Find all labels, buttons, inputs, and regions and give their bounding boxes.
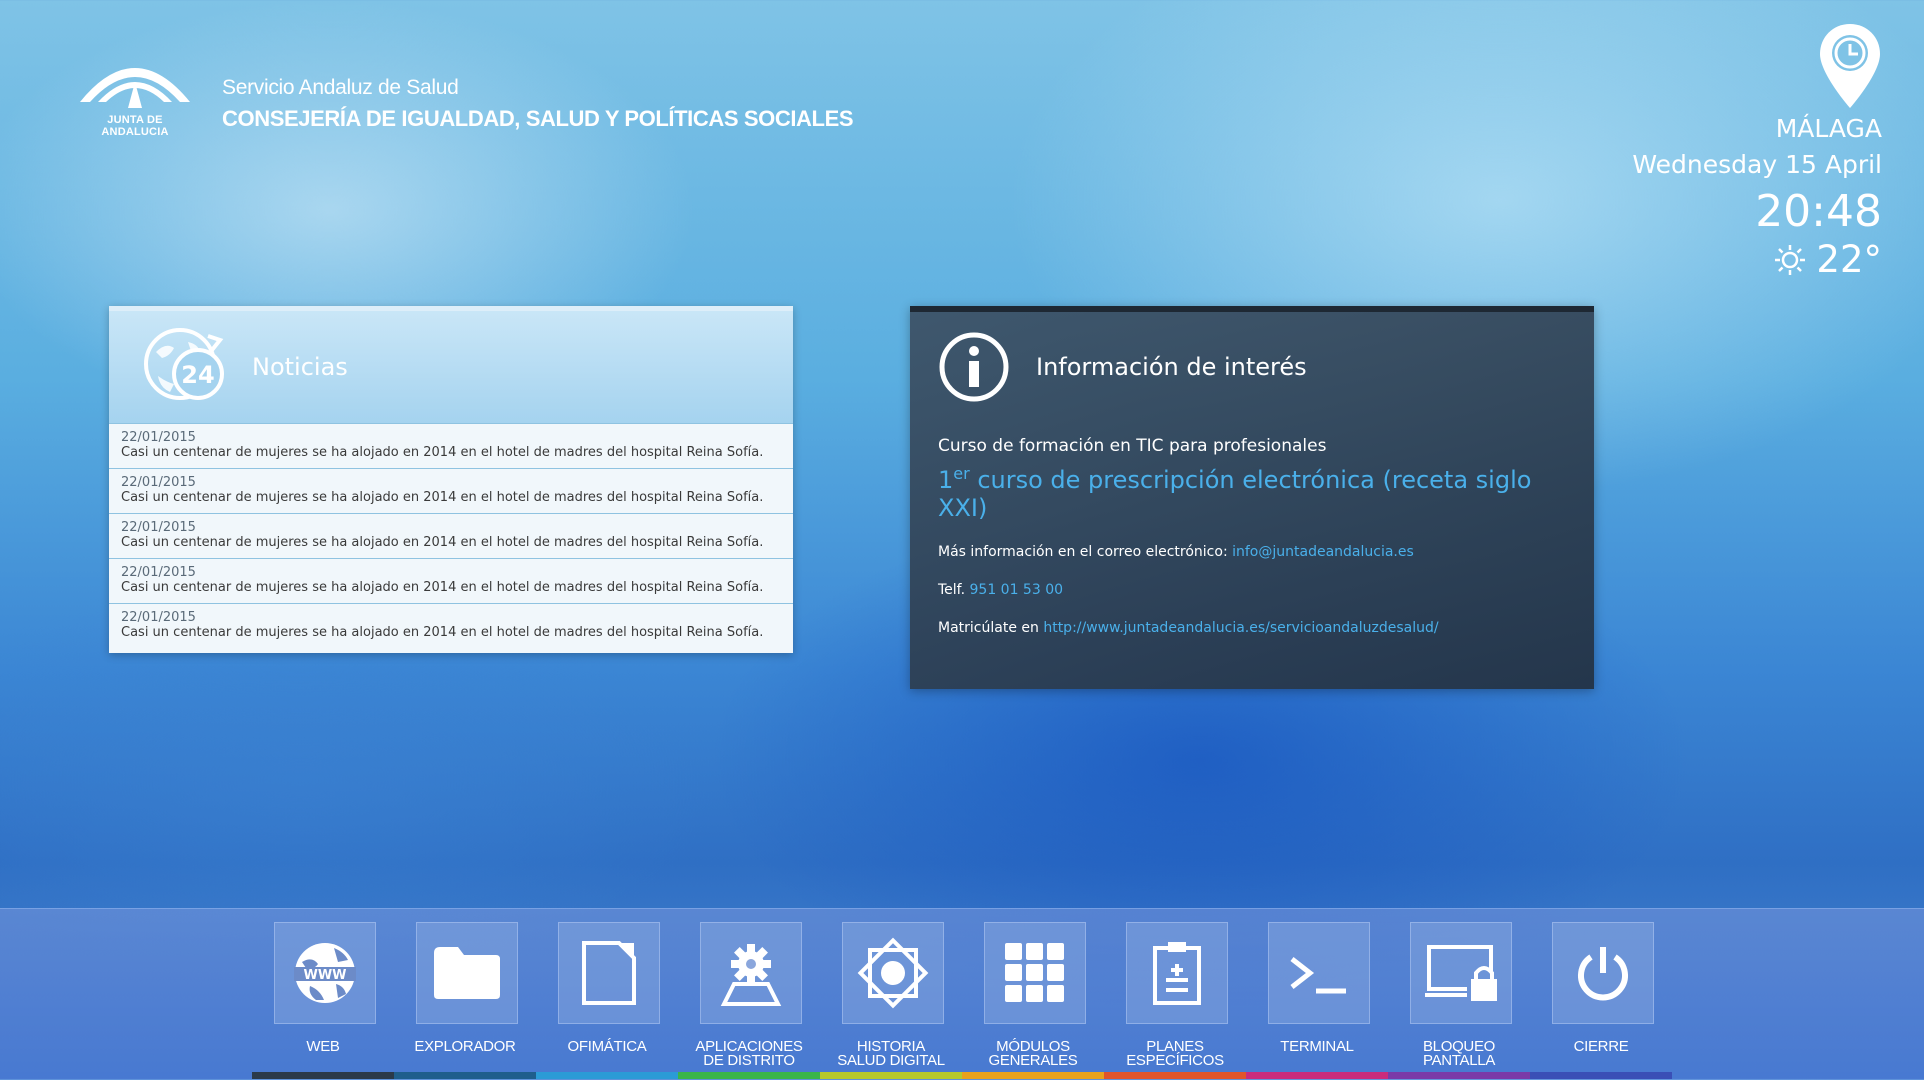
grid-icon xyxy=(984,922,1086,1024)
info-panel: Información de interés Curso de formació… xyxy=(910,306,1594,689)
app-label: TERMINAL xyxy=(1280,1038,1354,1055)
svg-text:24: 24 xyxy=(181,361,214,389)
app-label: CIERRE xyxy=(1573,1038,1629,1055)
app-gear-map-button[interactable]: APLICACIONES DE DISTRITO xyxy=(678,922,820,1072)
app-terminal-button[interactable]: TERMINAL xyxy=(1246,922,1388,1072)
app-folder-button[interactable]: EXPLORADOR xyxy=(394,922,536,1072)
svg-text:WWW: WWW xyxy=(303,968,346,983)
app-power-button[interactable]: CIERRE xyxy=(1530,922,1672,1072)
color-segment xyxy=(1388,1072,1530,1079)
folder-icon xyxy=(416,922,518,1024)
header-title: CONSEJERÍA DE IGUALDAD, SALUD Y POLÍTICA… xyxy=(222,106,854,131)
color-segment xyxy=(536,1072,678,1079)
document-icon xyxy=(558,922,660,1024)
weather-city: MÁLAGA xyxy=(1775,114,1882,143)
news-item[interactable]: 22/01/2015 Casi un centenar de mujeres se… xyxy=(109,468,793,513)
logo-text: JUNTA DE ANDALUCIA xyxy=(101,114,169,138)
news-item[interactable]: 22/01/2015 Casi un centenar de mujeres se… xyxy=(109,558,793,603)
news-text: Casi un centenar de mujeres se ha alojad… xyxy=(121,535,764,550)
junta-logo: JUNTA DE ANDALUCIA xyxy=(76,44,194,138)
news-item[interactable]: 22/01/2015 Casi un centenar de mujeres se… xyxy=(109,513,793,558)
app-label: BLOQUEO PANTALLA xyxy=(1422,1038,1496,1069)
email-link[interactable]: info@juntadeandalucia.es xyxy=(1232,544,1414,560)
color-segment xyxy=(1104,1072,1246,1079)
info-icon xyxy=(939,332,1009,402)
weather-temp-row: 22° xyxy=(1774,238,1882,281)
news-item[interactable]: 22/01/2015 Casi un centenar de mujeres se… xyxy=(109,603,793,648)
news-date: 22/01/2015 xyxy=(121,430,196,445)
app-label: EXPLORADOR xyxy=(414,1038,516,1055)
news-date: 22/01/2015 xyxy=(121,475,196,490)
color-segment xyxy=(1530,1072,1672,1079)
news-text: Casi un centenar de mujeres se ha alojad… xyxy=(121,490,764,505)
app-label: PLANES ESPECÍFICOS xyxy=(1126,1038,1224,1069)
course-link[interactable]: 1er curso de prescripción electrónica (r… xyxy=(938,460,1554,522)
enroll-line: Matricúlate en http://www.juntadeandaluc… xyxy=(938,620,1439,636)
power-icon xyxy=(1552,922,1654,1024)
news-list: 22/01/2015 Casi un centenar de mujeres se… xyxy=(109,423,793,648)
app-label: OFIMÁTICA xyxy=(567,1038,647,1055)
app-document-button[interactable]: OFIMÁTICA xyxy=(536,922,678,1072)
clipboard-icon xyxy=(1126,922,1228,1024)
lock-screen-icon xyxy=(1410,922,1512,1024)
header: JUNTA DE ANDALUCIA Servicio Andaluz de S… xyxy=(76,44,854,138)
gear-map-icon xyxy=(700,922,802,1024)
app-label: APLICACIONES DE DISTRITO xyxy=(695,1038,803,1069)
news-24-icon: 24 xyxy=(144,328,224,400)
news-text: Casi un centenar de mujeres se ha alojad… xyxy=(121,580,764,595)
app-globe-www-button[interactable]: WWW WEB xyxy=(252,922,394,1072)
news-item[interactable]: 22/01/2015 Casi un centenar de mujeres se… xyxy=(109,423,793,468)
color-segment xyxy=(678,1072,820,1079)
header-subtitle: Servicio Andaluz de Salud xyxy=(222,76,459,99)
app-label: MÓDULOS GENERALES xyxy=(988,1038,1078,1069)
app-grid-button[interactable]: MÓDULOS GENERALES xyxy=(962,922,1104,1072)
app-label: HISTORIA SALUD DIGITAL xyxy=(837,1038,945,1069)
weather-time: 20:48 xyxy=(1755,186,1882,237)
app-health-star-button[interactable]: HISTORIA SALUD DIGITAL xyxy=(820,922,962,1072)
phone-link[interactable]: 951 01 53 00 xyxy=(970,582,1064,598)
phone-line: Telf. 951 01 53 00 xyxy=(938,582,1064,598)
news-date: 22/01/2015 xyxy=(121,520,196,535)
news-panel: 24 Noticias 22/01/2015 Casi un centenar d… xyxy=(109,306,793,653)
course-label: Curso de formación en TIC para profesion… xyxy=(938,436,1327,456)
app-label: WEB xyxy=(306,1038,340,1055)
news-header: 24 Noticias xyxy=(109,306,793,423)
weather-date: Wednesday 15 April xyxy=(1632,150,1882,179)
color-segment xyxy=(394,1072,536,1079)
news-date: 22/01/2015 xyxy=(121,565,196,580)
enroll-link[interactable]: http://www.juntadeandalucia.es/servicioa… xyxy=(1043,620,1438,636)
terminal-icon xyxy=(1268,922,1370,1024)
color-segment xyxy=(1246,1072,1388,1079)
weather-temperature: 22° xyxy=(1816,238,1882,281)
taskbar-color-strip xyxy=(252,1072,1672,1079)
color-segment xyxy=(252,1072,394,1079)
app-lock-screen-button[interactable]: BLOQUEO PANTALLA xyxy=(1388,922,1530,1072)
info-title: Información de interés xyxy=(1036,353,1307,381)
color-segment xyxy=(962,1072,1104,1079)
app-clipboard-button[interactable]: PLANES ESPECÍFICOS xyxy=(1104,922,1246,1072)
news-text: Casi un centenar de mujeres se ha alojad… xyxy=(121,625,764,640)
news-title: Noticias xyxy=(252,353,348,381)
app-launcher: WWW WEB EXPLORADOR OFIMÁTICA APLICACIONES DE… xyxy=(252,922,1672,1072)
color-segment xyxy=(820,1072,962,1079)
news-date: 22/01/2015 xyxy=(121,610,196,625)
clock-pin-icon xyxy=(1820,24,1880,108)
sun-icon xyxy=(1775,244,1806,275)
globe-www-icon: WWW xyxy=(274,922,376,1024)
health-star-icon xyxy=(842,922,944,1024)
email-line: Más información en el correo electrónico… xyxy=(938,544,1414,560)
news-text: Casi un centenar de mujeres se ha alojad… xyxy=(121,445,764,460)
